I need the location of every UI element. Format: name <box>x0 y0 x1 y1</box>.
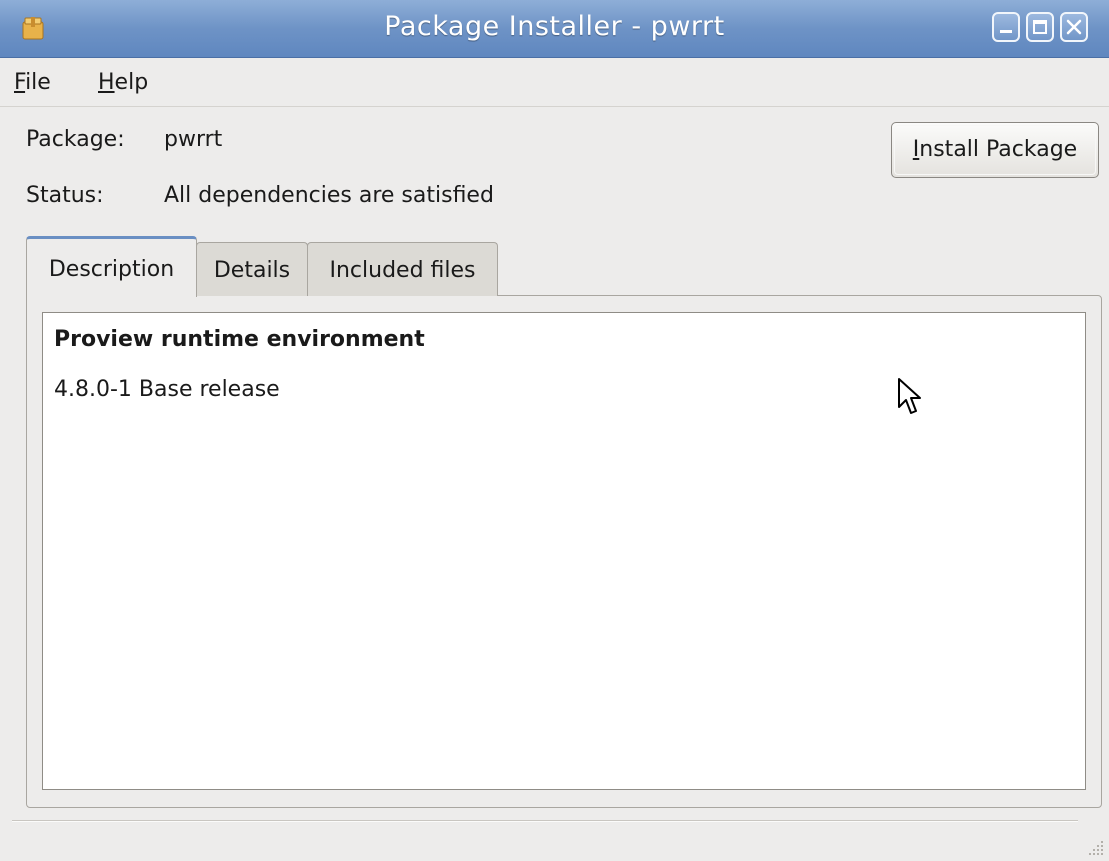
tab-description[interactable]: Description <box>26 236 197 297</box>
status-label: Status: <box>26 183 104 208</box>
description-title: Proview runtime environment <box>54 327 425 352</box>
maximize-icon <box>1033 20 1047 34</box>
title-bar[interactable]: Package Installer - pwrrt <box>0 0 1109 58</box>
resize-grip-icon[interactable] <box>1085 837 1105 857</box>
description-version: 4.8.0-1 Base release <box>54 377 280 402</box>
menu-help-accel: H <box>98 70 115 95</box>
menu-file-accel: F <box>14 70 26 95</box>
minimize-button[interactable] <box>992 12 1020 42</box>
package-value: pwrrt <box>164 127 223 152</box>
tab-included-files[interactable]: Included files <box>307 242 498 296</box>
minimize-icon <box>1000 30 1012 33</box>
menu-file-label: ile <box>25 70 51 95</box>
menu-file[interactable]: File <box>14 70 51 95</box>
install-button-label: nstall Package <box>919 137 1078 162</box>
window-title: Package Installer - pwrrt <box>384 11 725 42</box>
menu-bar: File Help <box>0 58 1109 107</box>
package-label: Package: <box>26 127 125 152</box>
menu-help-label: elp <box>114 70 149 95</box>
status-bar <box>0 814 1109 861</box>
maximize-button[interactable] <box>1026 12 1054 42</box>
package-installer-window: Package Installer - pwrrt File Help Pack… <box>0 0 1109 861</box>
status-value: All dependencies are satisfied <box>164 183 494 208</box>
close-icon <box>1066 19 1082 35</box>
mouse-cursor-icon <box>898 378 921 414</box>
menu-help[interactable]: Help <box>98 70 148 95</box>
tab-details[interactable]: Details <box>196 242 308 296</box>
close-button[interactable] <box>1060 12 1088 42</box>
install-package-button[interactable]: Install Package <box>891 122 1099 178</box>
description-panel[interactable]: Proview runtime environment 4.8.0-1 Base… <box>42 312 1086 790</box>
status-bar-divider <box>12 820 1078 822</box>
